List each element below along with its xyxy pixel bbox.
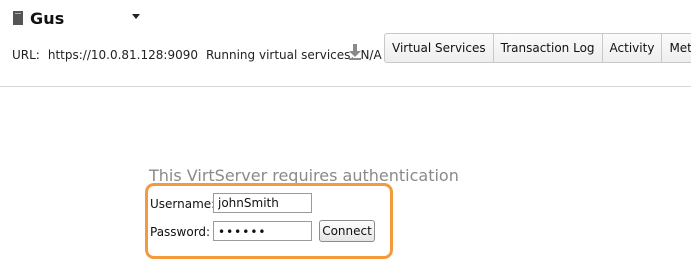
- download-icon[interactable]: [347, 43, 363, 61]
- chevron-down-icon[interactable]: [132, 14, 140, 19]
- password-field[interactable]: ••••••: [213, 221, 312, 241]
- server-icon: [12, 10, 24, 26]
- tab-virtual-services[interactable]: Virtual Services: [385, 34, 494, 62]
- tab-transaction-log[interactable]: Transaction Log: [494, 34, 603, 62]
- server-selector[interactable]: Gus: [12, 8, 140, 28]
- tab-activity[interactable]: Activity: [603, 34, 663, 62]
- server-name: Gus: [30, 8, 65, 28]
- connect-button[interactable]: Connect: [319, 220, 375, 242]
- password-label: Password:: [150, 225, 211, 239]
- username-field[interactable]: [213, 193, 312, 213]
- virtserver-panel: Gus URL: https://10.0.81.128:9090 Runnin…: [0, 0, 691, 276]
- url-label: URL:: [12, 48, 40, 62]
- server-info-row: URL: https://10.0.81.128:9090 Running vi…: [12, 48, 382, 62]
- url-value: https://10.0.81.128:9090: [47, 48, 198, 62]
- running-services-value: N/A: [360, 48, 382, 62]
- username-label: Username:: [150, 197, 216, 211]
- view-tabs: Virtual Services Transaction Log Activit…: [384, 33, 691, 63]
- header-divider: [0, 86, 691, 87]
- tab-metrics[interactable]: Metrics: [662, 34, 691, 62]
- running-services-label: Running virtual services:: [205, 48, 355, 62]
